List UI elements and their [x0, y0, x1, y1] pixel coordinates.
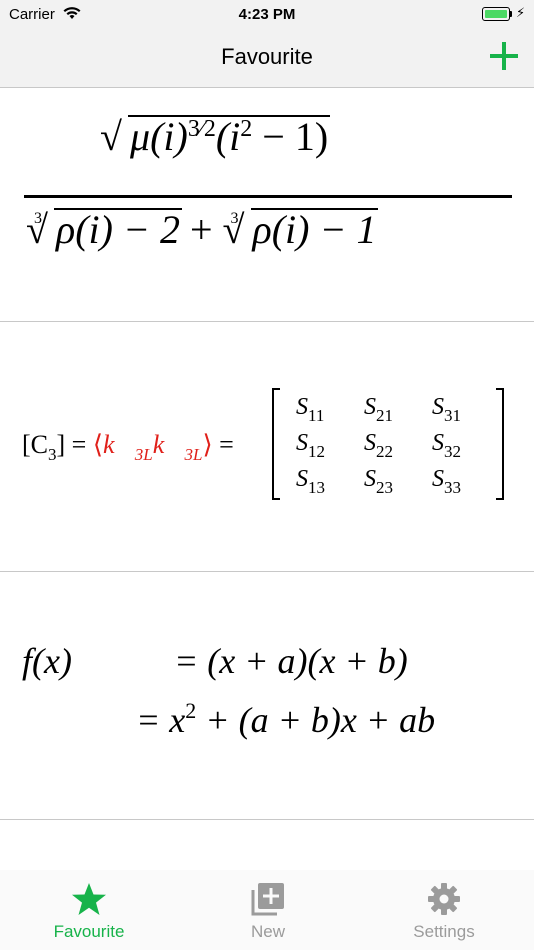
formula-3-line-1: = (x + a)(x + b)	[174, 641, 408, 681]
matrix-entry: S33	[432, 466, 461, 497]
charging-bolt-icon: ⚡	[516, 5, 526, 20]
fraction-bar	[24, 195, 512, 198]
cube-root-2: √ 3 ρ(i) − 1	[222, 207, 379, 252]
page-title: Favourite	[221, 44, 313, 69]
square-root: √ μ(i)3⁄2(i2 − 1)	[100, 114, 331, 159]
matrix-entry: S11	[296, 394, 325, 425]
battery-tip	[510, 11, 512, 17]
s-matrix: S11 S21 S31 S12 S22 S32 S13 S23 S33	[272, 388, 504, 500]
matrix-bracket-right	[496, 388, 504, 500]
matrix-entry: S22	[364, 430, 393, 461]
matrix-entry: S12	[296, 430, 325, 461]
tab-settings[interactable]: Settings	[384, 882, 504, 942]
status-bar: Carrier 4:23 PM ⚡	[0, 0, 534, 30]
tab-favourite[interactable]: Favourite	[29, 882, 149, 942]
tab-bar: Favourite New Settings	[0, 870, 534, 950]
formula-cell-2[interactable]: [C3] = ⟨k⃗3Lk⃗3L⟩ = S11 S21 S31 S12 S22 …	[0, 322, 534, 572]
add-square-icon	[251, 883, 284, 916]
battery-icon	[482, 7, 510, 21]
formula-1-numerator: √ μ(i)3⁄2(i2 − 1)	[100, 113, 331, 160]
formula-3-lhs: f(x)	[22, 641, 72, 681]
tab-label: Settings	[413, 922, 475, 941]
formula-3-line-2: = x2 + (a + b)x + ab	[136, 698, 436, 740]
clock: 4:23 PM	[238, 6, 296, 23]
formula-cell-3[interactable]: f(x) = (x + a)(x + b) = x2 + (a + b)x + …	[0, 572, 534, 820]
nav-bar: Favourite	[0, 30, 534, 88]
tab-label: New	[250, 922, 285, 941]
matrix-bracket-left	[272, 388, 280, 500]
tab-new[interactable]: New	[208, 882, 328, 942]
add-button[interactable]	[484, 36, 524, 76]
gear-icon	[428, 883, 460, 915]
matrix-entry: S31	[432, 394, 461, 425]
matrix-entry: S32	[432, 430, 461, 461]
star-icon	[72, 883, 106, 915]
formula-1-denominator: √ 3 ρ(i) − 2 + √ 3 ρ(i) − 1	[26, 207, 379, 252]
formula-cell-1[interactable]: √ μ(i)3⁄2(i2 − 1) √ 3 ρ(i) − 2 + √ 3 ρ(i) …	[0, 88, 534, 322]
cube-root-1: √ 3 ρ(i) − 2	[26, 207, 182, 252]
matrix-entries: S11 S21 S31 S12 S22 S32 S13 S23 S33	[296, 394, 500, 498]
formula-2-lhs: [C3] = ⟨k⃗3Lk⃗3L⟩ =	[22, 430, 234, 464]
matrix-entry: S13	[296, 466, 325, 497]
tab-label: Favourite	[53, 922, 125, 941]
plus-icon	[490, 42, 518, 70]
matrix-entry: S21	[364, 394, 393, 425]
matrix-entry: S23	[364, 466, 393, 497]
